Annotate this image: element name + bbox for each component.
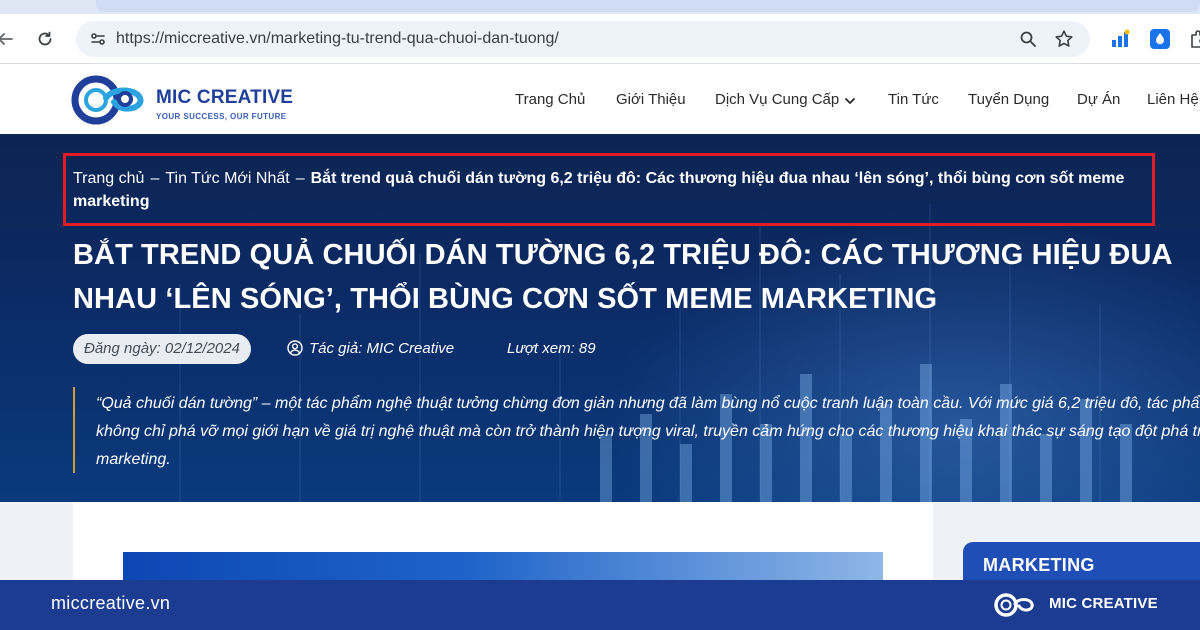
zoom-icon[interactable] [1014, 25, 1042, 53]
browser-toolbar: https://miccreative.vn/marketing-tu-tren… [0, 14, 1200, 64]
menu-item-lien-he[interactable]: Liên Hệ [1147, 91, 1199, 108]
view-count: Lượt xem: 89 [507, 340, 596, 357]
menu-item-trang-chu[interactable]: Trang Chủ [515, 91, 585, 108]
active-tab-edge[interactable] [96, 0, 1200, 12]
article-hero: Trang chủ – Tin Tức Mới Nhất – Bắt trend quả… [0, 134, 1200, 502]
menu-item-du-an[interactable]: Dự Án [1077, 91, 1120, 108]
analytics-extension-icon[interactable] [1108, 26, 1134, 52]
main-menu: Trang Chủ Giới Thiệu Dịch Vụ Cung Cấp Ti… [0, 91, 1200, 111]
author-info: Tác giả: MIC Creative [287, 340, 454, 360]
breadcrumb-separator: – [150, 170, 160, 187]
footer-site-url: miccreative.vn [51, 593, 171, 613]
menu-item-tin-tuc[interactable]: Tin Tức [888, 91, 939, 108]
address-bar[interactable]: https://miccreative.vn/marketing-tu-tren… [76, 21, 1090, 57]
infinity-logo-icon [994, 593, 1034, 617]
puzzle-extension-icon[interactable] [1186, 26, 1200, 52]
breadcrumb-home-link[interactable]: Trang chủ [73, 170, 144, 187]
article-meta: Đăng ngày: 02/12/2024 Tác giả: MIC Creat… [73, 334, 773, 364]
chevron-down-icon [845, 92, 856, 109]
droplet-extension-icon[interactable] [1147, 26, 1173, 52]
brand-tagline: YOUR SUCCESS, OUR FUTURE [156, 112, 287, 121]
menu-item-dich-vu-label: Dịch Vụ Cung Cấp [715, 91, 840, 108]
brand-footer-bar: miccreative.vn MIC CREATIVE [0, 580, 1200, 630]
breadcrumb: Trang chủ – Tin Tức Mới Nhất – Bắt trend quả… [73, 167, 1153, 213]
user-icon [287, 340, 303, 360]
footer-brand-name: MIC CREATIVE [1049, 595, 1158, 612]
breadcrumb-separator: – [295, 170, 305, 187]
publish-date-badge: Đăng ngày: 02/12/2024 [73, 334, 251, 364]
article-title: BẮT TREND QUẢ CHUỐI DÁN TƯỜNG 6,2 TRIỆU … [73, 239, 1172, 315]
sidebar-category-header[interactable]: MARKETING [963, 542, 1200, 580]
sidebar-category-title: MARKETING [983, 555, 1095, 575]
excerpt-text: “Quả chuối dán tường” – một tác phẩm ngh… [96, 395, 1200, 468]
url-text[interactable]: https://miccreative.vn/marketing-tu-tren… [116, 30, 559, 48]
menu-item-gioi-thieu[interactable]: Giới Thiệu [616, 91, 686, 108]
reload-icon[interactable] [30, 24, 60, 54]
site-header: MIC CREATIVE YOUR SUCCESS, OUR FUTURE Tr… [0, 65, 1200, 134]
back-arrow-icon[interactable] [0, 24, 20, 54]
menu-item-dich-vu[interactable]: Dịch Vụ Cung Cấp [715, 91, 856, 109]
browser-tab-strip [0, 0, 1200, 14]
article-featured-image [123, 552, 883, 580]
article-excerpt: “Quả chuối dán tường” – một tác phẩm ngh… [73, 387, 1200, 473]
breadcrumb-category-link[interactable]: Tin Tức Mới Nhất [165, 170, 289, 187]
author-text: Tác giả: MIC Creative [309, 340, 455, 357]
bookmark-star-icon[interactable] [1050, 25, 1078, 53]
menu-item-tuyen-dung[interactable]: Tuyển Dụng [968, 91, 1049, 108]
site-info-icon[interactable] [84, 25, 112, 53]
